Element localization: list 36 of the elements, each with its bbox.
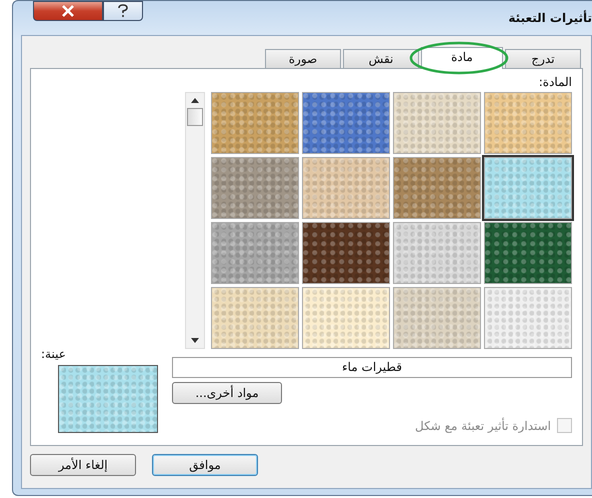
texture-swatch[interactable] xyxy=(484,222,572,284)
scroll-up-icon xyxy=(191,98,199,103)
texture-swatch[interactable] xyxy=(484,92,572,154)
texture-swatch[interactable] xyxy=(211,287,299,349)
tab[interactable]: نقش xyxy=(343,49,419,68)
dialog-button[interactable]: موافق xyxy=(152,454,258,476)
tab[interactable]: صورة xyxy=(265,49,341,68)
help-button[interactable] xyxy=(103,1,143,21)
window-title: تأثيرات التعبئة xyxy=(508,11,592,25)
other-textures-button[interactable]: مواد أخرى... xyxy=(172,382,282,404)
texture-swatch[interactable] xyxy=(211,92,299,154)
dialog-button[interactable]: إلغاء الأمر xyxy=(30,454,136,476)
scroll-down-icon xyxy=(191,338,199,343)
texture-swatch[interactable] xyxy=(393,157,481,219)
texture-name-field: قطيرات ماء xyxy=(172,357,572,378)
texture-swatch[interactable] xyxy=(302,92,390,154)
texture-swatch[interactable] xyxy=(211,222,299,284)
help-icon xyxy=(117,4,129,18)
scrollbar[interactable] xyxy=(185,92,205,349)
texture-label: المادة: xyxy=(538,75,572,89)
checkbox-label: استدارة تأثير تعبئة مع شكل xyxy=(415,418,551,432)
tab[interactable]: مادة xyxy=(421,47,503,69)
texture-swatch[interactable] xyxy=(302,157,390,219)
texture-swatch[interactable] xyxy=(211,157,299,219)
texture-swatch[interactable] xyxy=(302,287,390,349)
sample-label: عينة: xyxy=(41,347,66,361)
texture-swatch[interactable] xyxy=(393,92,481,154)
scroll-thumb[interactable] xyxy=(187,108,203,126)
close-button[interactable] xyxy=(33,1,103,21)
texture-swatch[interactable] xyxy=(484,287,572,349)
texture-swatch[interactable] xyxy=(302,222,390,284)
texture-swatch[interactable] xyxy=(393,222,481,284)
texture-swatch[interactable] xyxy=(393,287,481,349)
texture-swatch[interactable] xyxy=(484,157,572,219)
close-icon xyxy=(61,5,75,17)
tab[interactable]: تدرج xyxy=(505,49,581,68)
